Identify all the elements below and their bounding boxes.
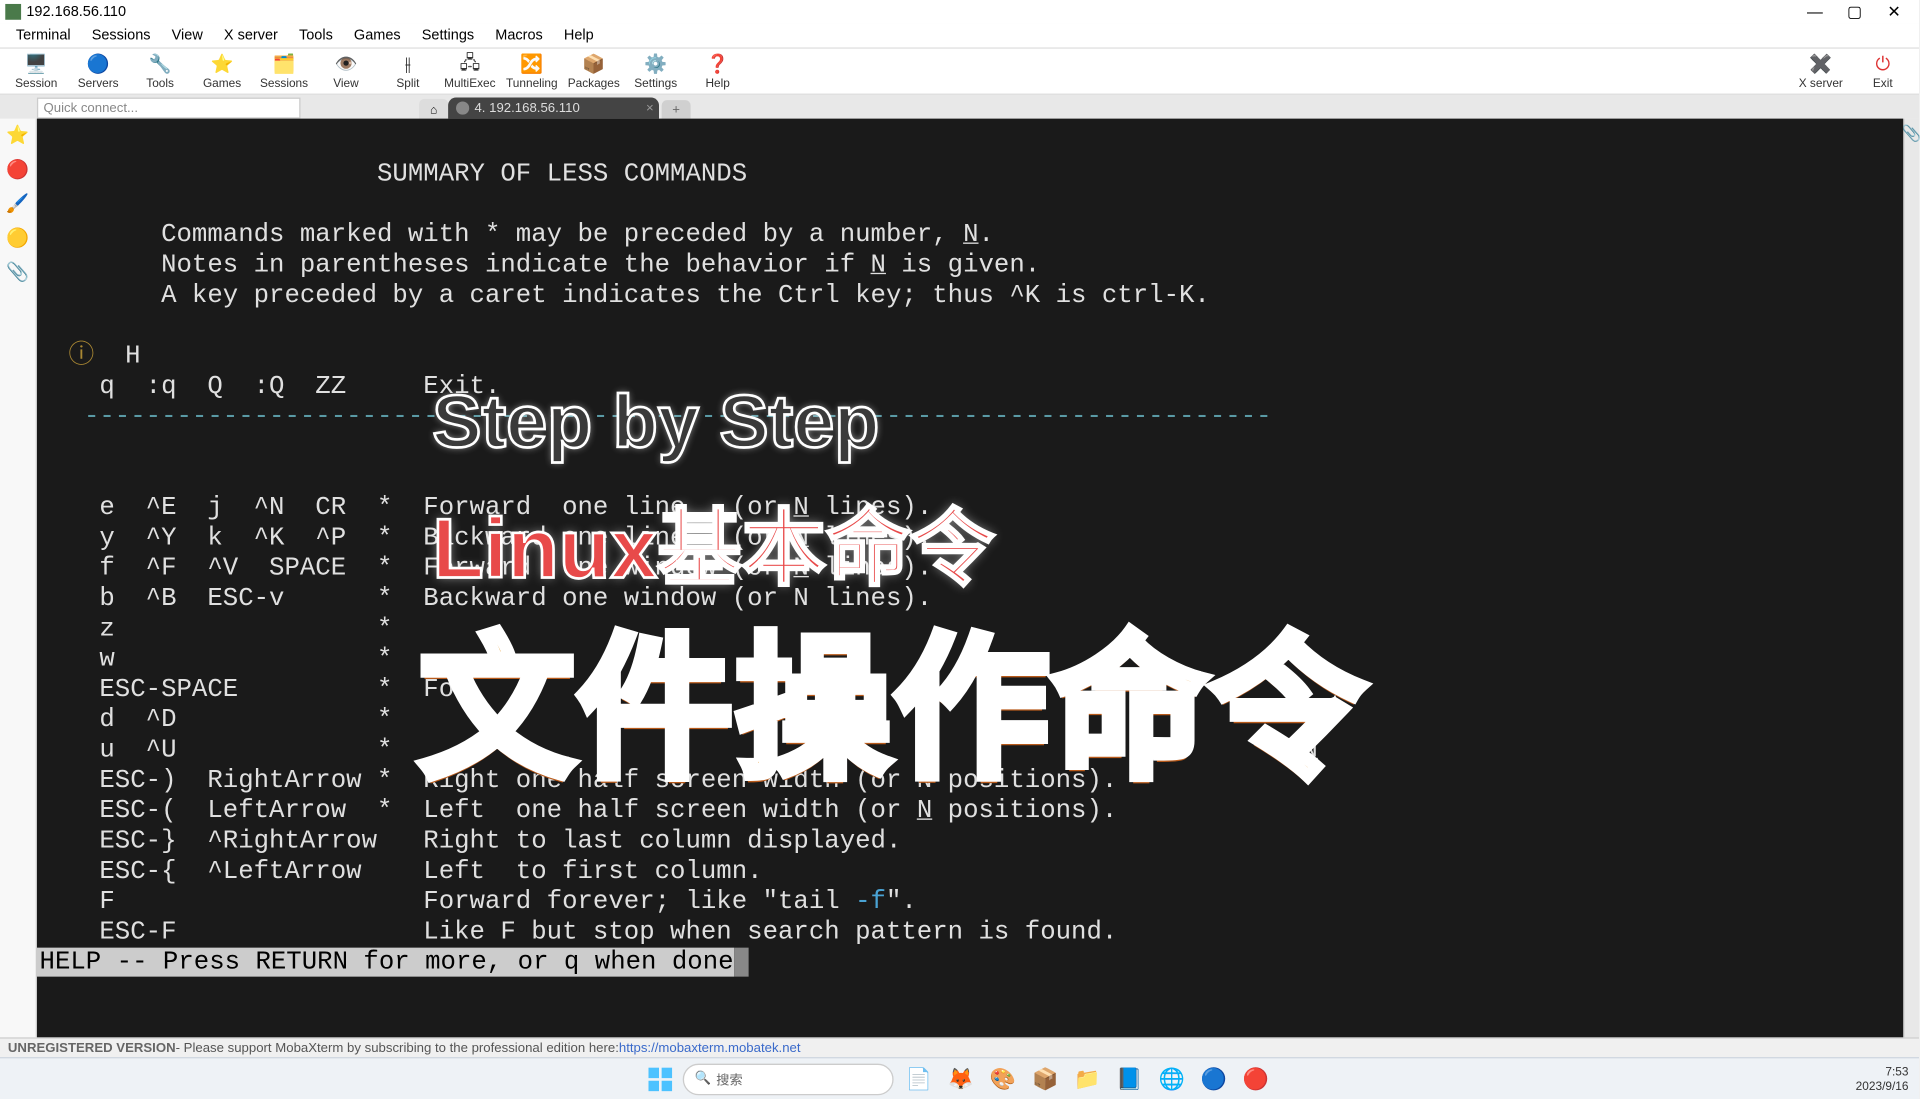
session-icon: 🖥️ <box>26 53 47 74</box>
tab-title: 192.168.56.110 <box>489 101 580 115</box>
menu-help[interactable]: Help <box>553 25 604 46</box>
search-icon: 🔍 <box>695 1072 711 1086</box>
app-icon <box>5 4 21 20</box>
tool-packages[interactable]: 📦Packages <box>563 49 625 92</box>
minimize-button[interactable]: — <box>1795 0 1835 24</box>
menu-terminal[interactable]: Terminal <box>5 25 81 46</box>
taskbar-explorer[interactable]: 📁 <box>1070 1062 1104 1096</box>
taskbar-search[interactable]: 🔍搜索 <box>683 1063 894 1095</box>
sessions-icon: 🗂️ <box>273 53 294 74</box>
tab-icon <box>456 101 469 114</box>
new-tab-button[interactable]: + <box>662 100 691 118</box>
tool-view[interactable]: 👁️View <box>315 49 377 92</box>
menu-games[interactable]: Games <box>343 25 411 46</box>
tool-sessions2[interactable]: 🗂️Sessions <box>253 49 315 92</box>
person-icon[interactable]: 🔴 <box>7 158 28 179</box>
games-icon: ⭐ <box>212 53 233 74</box>
taskbar-app-1[interactable]: 📄 <box>902 1062 936 1096</box>
tunneling-icon: 🔀 <box>521 53 542 74</box>
cursor <box>734 948 749 977</box>
maximize-button[interactable]: ▢ <box>1835 0 1875 24</box>
clip-icon[interactable]: 📎 <box>7 261 28 282</box>
session-tab[interactable]: 4. 192.168.56.110 × <box>448 98 659 119</box>
windows-taskbar: 🔍搜索 📄 🦊 🎨 📦 📁 📘 🌐 🔵 🔴 7:53 2023/9/16 <box>0 1057 1919 1099</box>
status-msg: - Please support MobaXterm by subscribin… <box>176 1041 619 1055</box>
titlebar: 192.168.56.110 — ▢ ✕ <box>0 0 1919 24</box>
star-icon[interactable]: ⭐ <box>7 124 28 145</box>
menu-xserver[interactable]: X server <box>213 25 288 46</box>
tool-help[interactable]: ❓Help <box>687 49 749 92</box>
menu-macros[interactable]: Macros <box>485 25 554 46</box>
statusbar: UNREGISTERED VERSION - Please support Mo… <box>0 1037 1919 1057</box>
tool-exit[interactable]: ⏻Exit <box>1852 49 1914 92</box>
tools-icon: 🔧 <box>150 53 171 74</box>
split-icon: ⫲ <box>397 53 418 74</box>
terminal[interactable]: SUMMARY OF LESS COMMANDS Commands marked… <box>37 119 1903 1038</box>
close-button[interactable]: ✕ <box>1874 0 1914 24</box>
settings-icon: ⚙️ <box>645 53 666 74</box>
exit-icon: ⏻ <box>1872 53 1893 74</box>
taskbar-chrome[interactable]: 🔵 <box>1197 1062 1231 1096</box>
taskbar-firefox[interactable]: 🦊 <box>944 1062 978 1096</box>
brush-icon[interactable]: 🖌️ <box>7 192 28 213</box>
menu-settings[interactable]: Settings <box>411 25 484 46</box>
less-title: SUMMARY OF LESS COMMANDS <box>69 159 748 188</box>
tool-multiexec[interactable]: 🖧MultiExec <box>439 49 501 92</box>
menu-tools[interactable]: Tools <box>288 25 343 46</box>
taskbar-app-9[interactable]: 🔴 <box>1239 1062 1273 1096</box>
tabbar: Quick connect... ⌂ 4. 192.168.56.110 × + <box>0 95 1919 119</box>
tool-servers[interactable]: 🔵Servers <box>67 49 129 92</box>
unregistered-label: UNREGISTERED VERSION <box>8 1041 176 1055</box>
window-title: 192.168.56.110 <box>26 4 126 20</box>
tool-tools[interactable]: 🔧Tools <box>129 49 191 92</box>
tool-split[interactable]: ⫲Split <box>377 49 439 92</box>
xserver-icon: ✖️ <box>1810 53 1831 74</box>
status-link[interactable]: https://mobaxterm.mobatek.net <box>619 1041 801 1055</box>
help-icon: ❓ <box>707 53 728 74</box>
quick-connect-input[interactable]: Quick connect... <box>37 98 301 119</box>
taskbar-app-4[interactable]: 📦 <box>1028 1062 1062 1096</box>
home-tab-button[interactable]: ⌂ <box>419 99 448 119</box>
sidebar: ⭐ 🔴 🖌️ 🟡 📎 <box>0 119 37 1038</box>
help-prompt: HELP -- Press RETURN for more, or q when… <box>37 948 734 977</box>
toolbar: 🖥️Session 🔵Servers 🔧Tools ⭐Games 🗂️Sessi… <box>0 49 1919 95</box>
taskbar-app-6[interactable]: 📘 <box>1112 1062 1146 1096</box>
view-icon: 👁️ <box>335 53 356 74</box>
taskbar-clock[interactable]: 7:53 2023/9/16 <box>1856 1064 1909 1093</box>
menu-view[interactable]: View <box>161 25 213 46</box>
menu-sessions[interactable]: Sessions <box>81 25 161 46</box>
packages-icon: 📦 <box>583 53 604 74</box>
tool-games[interactable]: ⭐Games <box>191 49 253 92</box>
windows-start-button[interactable] <box>646 1064 675 1093</box>
circle-icon[interactable]: 🟡 <box>7 227 28 248</box>
servers-icon: 🔵 <box>88 53 109 74</box>
info-icon: ⓘ <box>69 341 95 370</box>
tab-close-button[interactable]: × <box>646 101 654 115</box>
multiexec-icon: 🖧 <box>459 53 480 74</box>
tool-settings[interactable]: ⚙️Settings <box>625 49 687 92</box>
taskbar-edge[interactable]: 🌐 <box>1155 1062 1189 1096</box>
taskbar-app-3[interactable]: 🎨 <box>986 1062 1020 1096</box>
tab-index: 4. <box>474 101 485 115</box>
tool-tunneling[interactable]: 🔀Tunneling <box>501 49 563 92</box>
right-strip[interactable]: 📎 <box>1903 119 1919 1038</box>
menubar: Terminal Sessions View X server Tools Ga… <box>0 24 1919 49</box>
overlay-fileops: 文件操作命令 <box>419 696 1368 726</box>
main-area: ⭐ 🔴 🖌️ 🟡 📎 SUMMARY OF LESS COMMANDS Comm… <box>0 119 1919 1038</box>
tool-xserver[interactable]: ✖️X server <box>1790 49 1852 92</box>
tool-session[interactable]: 🖥️Session <box>5 49 67 92</box>
